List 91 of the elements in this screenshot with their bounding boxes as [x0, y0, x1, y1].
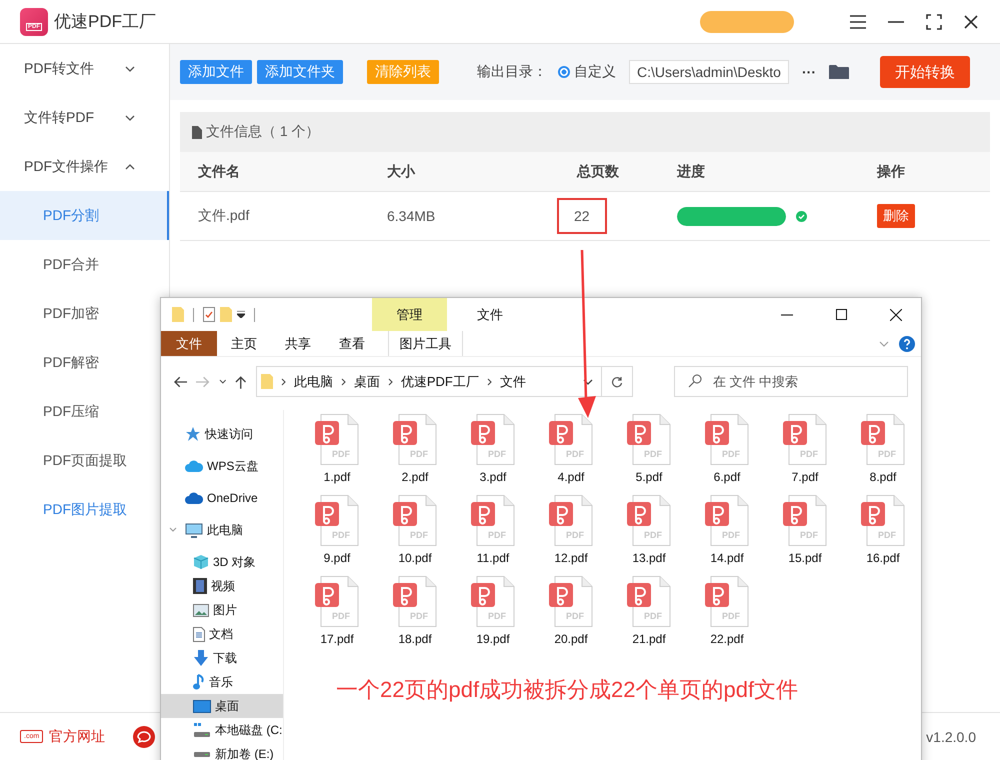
- star-icon: [185, 426, 201, 442]
- image-icon: [193, 604, 209, 616]
- search-icon: [688, 374, 702, 388]
- path-field[interactable]: C:\Users\admin\Deskto: [629, 60, 789, 84]
- custom-radio[interactable]: 自定义: [558, 63, 616, 81]
- table-cell-text: 6.34MB: [387, 208, 436, 224]
- nav-item[interactable]: WPS云盘: [161, 454, 283, 478]
- cloud-icon: [185, 492, 203, 504]
- output-label: 输出目录：: [477, 63, 547, 81]
- sidebar-group-item[interactable]: 文件转PDF: [0, 93, 169, 142]
- version-label: v1.2.0.0: [926, 728, 976, 744]
- refresh-icon: [611, 376, 624, 388]
- nav-item[interactable]: 新加卷 (E:): [161, 742, 283, 760]
- fullscreen-icon[interactable]: [926, 14, 942, 30]
- chat-icon[interactable]: [133, 726, 156, 748]
- minimize-icon[interactable]: [781, 314, 793, 316]
- nav-item[interactable]: 文档: [161, 622, 283, 646]
- nav-item[interactable]: OneDrive: [161, 486, 283, 510]
- column-header: 操作: [877, 162, 906, 180]
- menu-icon[interactable]: [850, 14, 866, 28]
- column-header: 进度: [677, 162, 706, 180]
- music-icon: [193, 674, 205, 690]
- chevron-icon[interactable]: [218, 379, 226, 384]
- film-icon: [193, 578, 207, 594]
- folder-icon: [260, 374, 273, 389]
- document-icon: [193, 626, 205, 642]
- sidebar-item[interactable]: PDF解密: [0, 338, 160, 387]
- folder-icon[interactable]: [829, 64, 849, 80]
- download-icon: [193, 650, 209, 666]
- column-header: 大小: [387, 162, 416, 180]
- column-header: 文件名: [198, 162, 241, 180]
- minimize-icon[interactable]: [888, 20, 904, 22]
- chevron-icon: [340, 378, 346, 386]
- ribbon-tab[interactable]: 共享: [271, 331, 325, 356]
- ribbon-tab[interactable]: 图片工具: [388, 331, 463, 356]
- address-bar[interactable]: 此电脑 桌面 优速PDF工厂 文件: [256, 366, 602, 397]
- cloud-icon: [185, 460, 203, 472]
- nav-item[interactable]: 本地磁盘 (C:: [161, 718, 283, 742]
- sidebar-item[interactable]: PDF页面提取: [0, 436, 160, 485]
- more-button[interactable]: ···: [802, 64, 816, 80]
- sidebar-item[interactable]: PDF图片提取: [0, 485, 160, 534]
- ribbon-tab[interactable]: 主页: [217, 331, 271, 356]
- chevron-icon: [388, 378, 393, 386]
- chevron-icon: [280, 378, 286, 386]
- sidebar-item[interactable]: PDF压缩: [0, 387, 160, 436]
- maximize-icon[interactable]: [836, 309, 847, 320]
- context-tab[interactable]: 管理: [372, 298, 447, 331]
- cube-icon: [193, 554, 209, 570]
- desktop-icon: [193, 700, 211, 712]
- page-count-cell: 22: [557, 198, 607, 234]
- chevron-icon: [486, 378, 492, 386]
- help-icon[interactable]: [899, 336, 915, 352]
- nav-item[interactable]: 快速访问: [161, 422, 283, 446]
- sidebar-item[interactable]: PDF加密: [0, 289, 160, 338]
- window-title: 文件: [477, 306, 503, 324]
- nav-item[interactable]: 此电脑: [161, 518, 283, 542]
- close-icon[interactable]: [890, 308, 902, 320]
- chevron-icon: [125, 66, 135, 72]
- chevron-icon: [125, 114, 135, 120]
- dropdown-icon[interactable]: [583, 378, 594, 384]
- computer-icon: [185, 522, 203, 538]
- table-cell-text: 文件.pdf: [198, 207, 250, 225]
- nav-item[interactable]: 音乐: [161, 670, 283, 694]
- sidebar-group-item[interactable]: PDF转文件: [0, 44, 169, 93]
- close-icon[interactable]: [964, 14, 978, 28]
- nav-item[interactable]: 3D 对象: [161, 550, 283, 574]
- nav-item[interactable]: 视频: [161, 574, 283, 598]
- start-button[interactable]: 开始转换: [880, 56, 970, 88]
- refresh-button[interactable]: [602, 366, 633, 397]
- panel-title: 文件信息（ 1 个）: [206, 123, 320, 141]
- column-header: 总页数: [577, 162, 620, 180]
- drive-icon: [193, 750, 211, 758]
- ribbon-tab[interactable]: 文件: [161, 331, 217, 356]
- back-icon[interactable]: [174, 376, 188, 388]
- checklist-icon[interactable]: [203, 307, 215, 322]
- app-title: 优速PDF工厂: [54, 11, 156, 33]
- caption-annotation: 一个22页的pdf成功被拆分成22个单页的pdf文件: [336, 676, 800, 704]
- sidebar-group-item[interactable]: PDF文件操作: [0, 142, 169, 191]
- search-field[interactable]: 在 文件 中搜索: [674, 366, 908, 397]
- dropdown-icon[interactable]: [237, 311, 245, 318]
- sidebar-item[interactable]: PDF分割: [0, 191, 169, 240]
- ribbon-tab[interactable]: 查看: [325, 331, 379, 356]
- drive-icon: [193, 723, 211, 737]
- delete-button[interactable]: 删除: [877, 204, 915, 228]
- up-icon[interactable]: [235, 374, 247, 388]
- chevron-icon: [125, 164, 135, 170]
- nav-item[interactable]: 桌面: [161, 694, 283, 718]
- nav-item[interactable]: 图片: [161, 598, 283, 622]
- document-icon: [192, 126, 202, 138]
- sidebar-item[interactable]: PDF合并: [0, 240, 160, 289]
- nav-item[interactable]: 下载: [161, 646, 283, 670]
